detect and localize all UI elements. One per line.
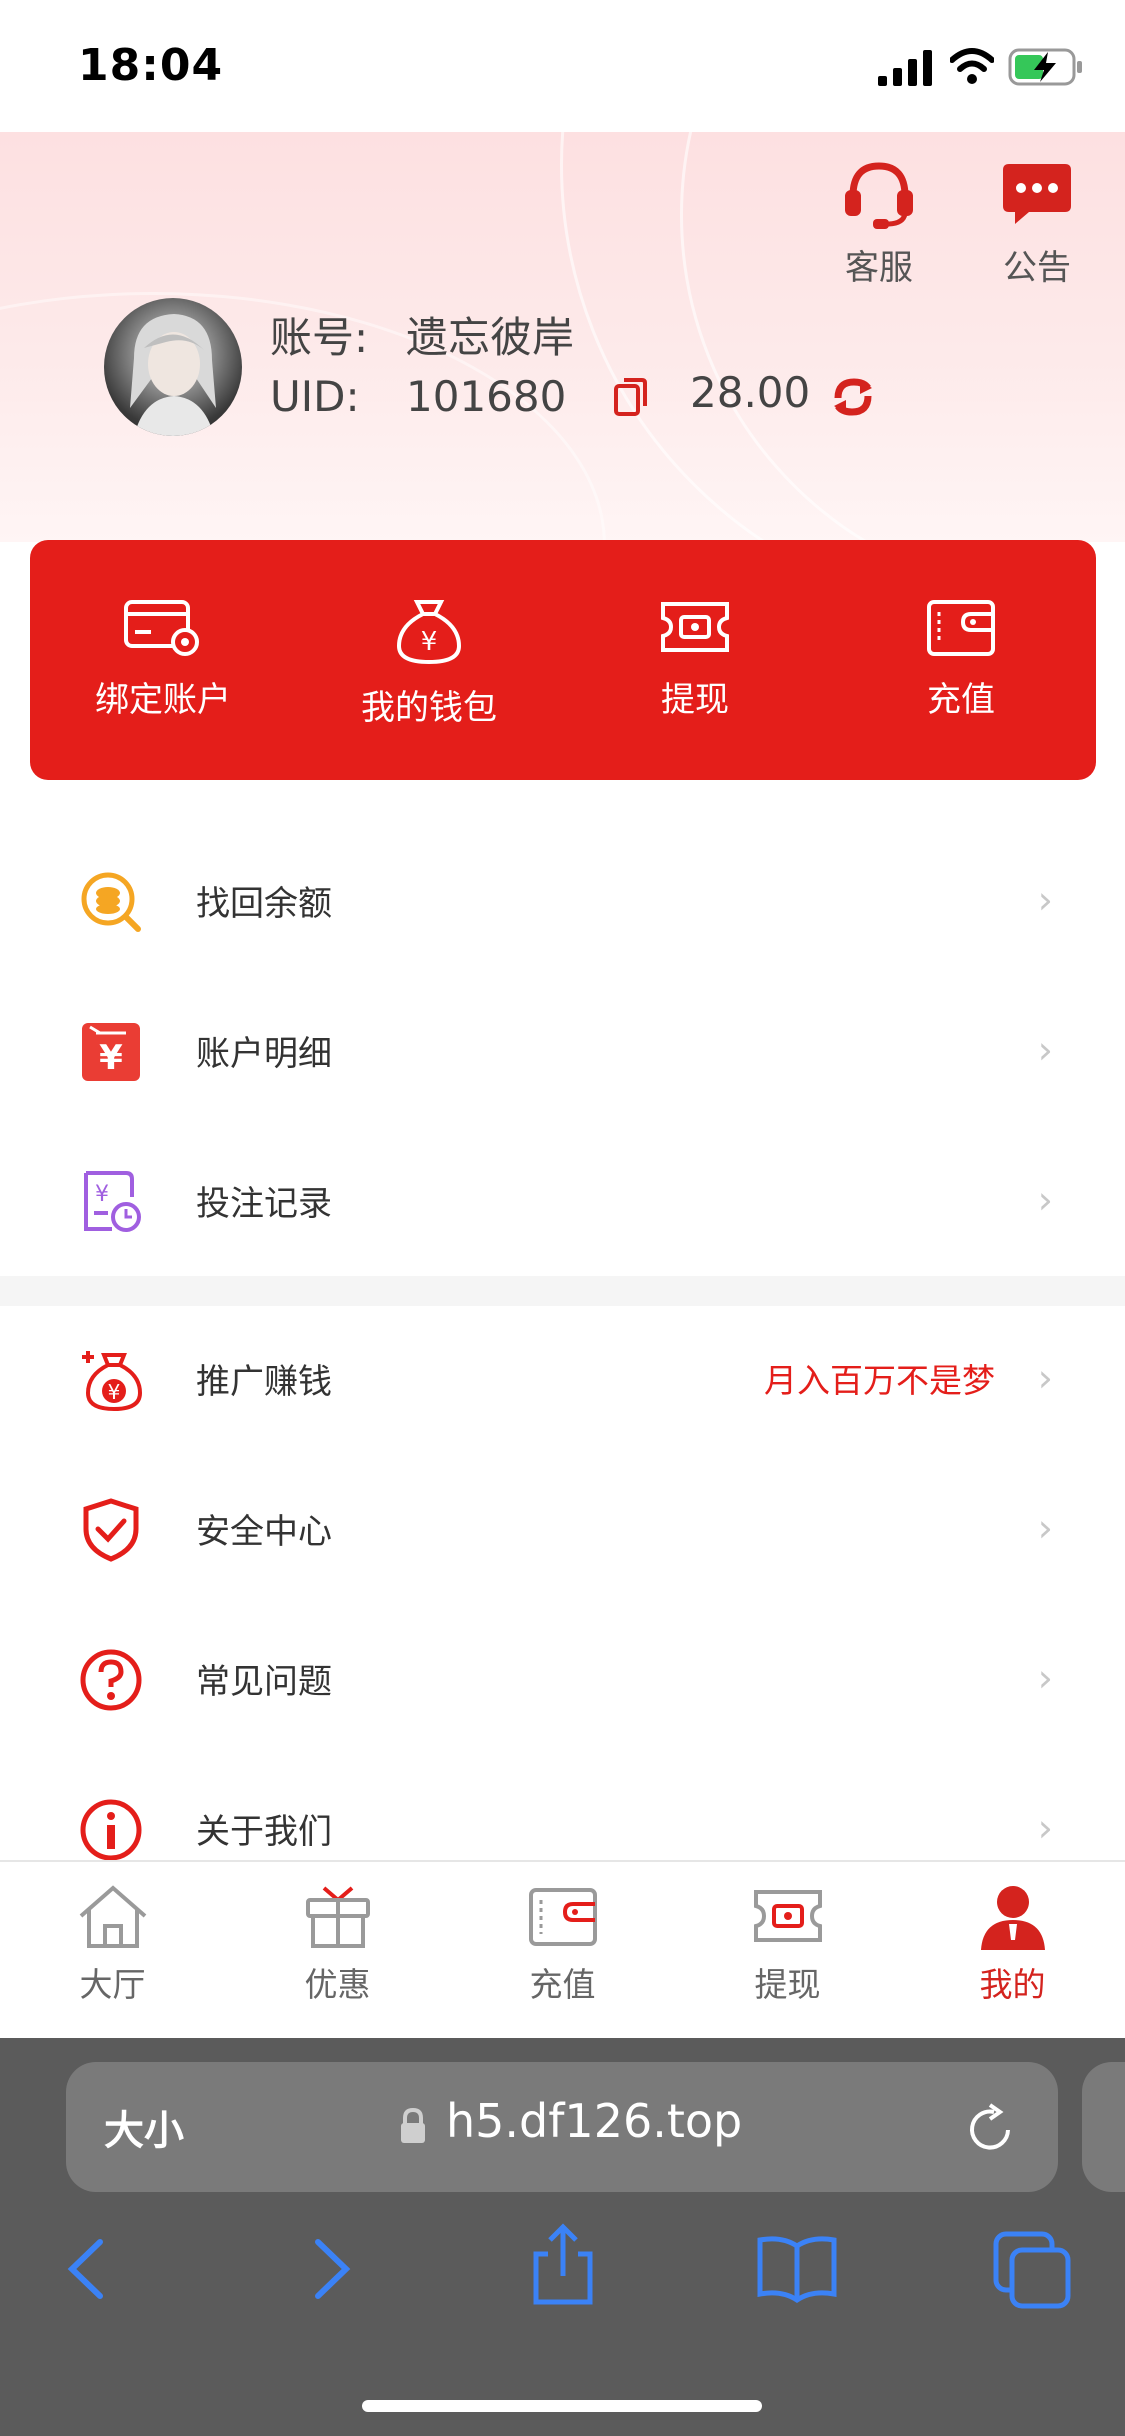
tab-label: 我的	[979, 1965, 1046, 2004]
copy-icon[interactable]	[612, 376, 648, 416]
reload-icon[interactable]	[964, 2102, 1018, 2156]
chevron-right-icon: ›	[1037, 1506, 1053, 1550]
wallet-icon	[528, 1888, 597, 1946]
shield-check-icon	[83, 1498, 139, 1562]
chevron-right-icon: ›	[1037, 1356, 1053, 1400]
headset-icon	[845, 162, 913, 229]
menu-item-label: 常见问题	[196, 1662, 332, 1702]
menu-item-promote-earn[interactable]: ¥ 推广赚钱 月入百万不是梦 ›	[0, 1302, 1125, 1452]
promo-text: 月入百万不是梦	[764, 1361, 995, 1400]
info-icon	[80, 1799, 142, 1861]
chevron-right-icon: ›	[1037, 1178, 1053, 1222]
recharge-button[interactable]: 充值	[828, 540, 1094, 780]
tab-label: 大厅	[79, 1965, 146, 2004]
tab-lobby[interactable]: 大厅	[0, 1860, 225, 2038]
cellular-signal-icon	[878, 50, 932, 86]
bookmarks-icon[interactable]	[752, 2224, 842, 2314]
customer-service-button[interactable]: 客服	[819, 158, 939, 289]
menu-item-label: 安全中心	[196, 1512, 332, 1552]
tabs-icon[interactable]	[988, 2224, 1078, 2314]
money-bag-icon: ¥	[396, 600, 462, 665]
chevron-right-icon: ›	[1037, 1028, 1053, 1072]
tab-recharge[interactable]: 充值	[450, 1860, 675, 2038]
tab-label: 充值	[529, 1965, 596, 2004]
menu-item-faq[interactable]: 常见问题 ›	[0, 1602, 1125, 1752]
svg-text:¥: ¥	[421, 627, 438, 657]
menu-item-security-center[interactable]: 安全中心 ›	[0, 1452, 1125, 1602]
share-icon[interactable]	[518, 2220, 608, 2310]
menu-item-recover-balance[interactable]: 找回余额 ›	[0, 824, 1125, 974]
menu-item-label: 账户明细	[196, 1034, 332, 1074]
menu-item-label: 找回余额	[196, 884, 332, 924]
ticket-cash-icon	[753, 1890, 822, 1942]
coin-search-icon	[81, 872, 141, 932]
tab-mine[interactable]: 我的	[900, 1860, 1125, 2038]
home-icon	[79, 1885, 146, 1948]
tab-promotions[interactable]: 优惠	[225, 1860, 450, 2038]
battery-charging-icon	[1008, 48, 1082, 86]
chevron-right-icon: ›	[1037, 878, 1053, 922]
card-settings-icon	[124, 600, 199, 656]
chat-bubble-icon	[1003, 164, 1071, 224]
user-icon	[980, 1886, 1045, 1950]
account-name: 遗忘彼岸	[406, 313, 575, 362]
avatar[interactable]	[104, 298, 242, 436]
uid-label: UID:	[270, 372, 360, 421]
bind-account-label: 绑定账户	[95, 680, 231, 720]
bet-record-icon: ¥	[84, 1171, 141, 1232]
withdraw-label: 提现	[661, 680, 729, 720]
menu-item-label: 关于我们	[196, 1812, 332, 1852]
wifi-icon	[950, 48, 994, 84]
next-tab-peek[interactable]	[1082, 2062, 1125, 2192]
bind-account-button[interactable]: 绑定账户	[30, 540, 296, 780]
tab-label: 提现	[754, 1965, 821, 2004]
url-text: h5.df126.top	[446, 2094, 743, 2148]
status-time: 18:04	[78, 40, 224, 91]
uid-value: 101680	[406, 372, 567, 421]
menu-item-label: 推广赚钱	[196, 1362, 332, 1402]
svg-text:¥: ¥	[99, 1038, 123, 1078]
withdraw-button[interactable]: 提现	[562, 540, 828, 780]
ticket-cash-icon	[661, 602, 729, 652]
question-icon	[80, 1649, 142, 1711]
menu-item-bet-records[interactable]: ¥ 投注记录 ›	[0, 1124, 1125, 1274]
refresh-icon[interactable]	[830, 376, 876, 418]
svg-text:¥: ¥	[108, 1380, 121, 1404]
home-indicator	[362, 2400, 762, 2412]
ledger-icon: ¥	[82, 1023, 140, 1081]
back-icon[interactable]	[44, 2224, 134, 2314]
customer-service-label: 客服	[845, 248, 913, 288]
lock-icon	[401, 2107, 425, 2143]
avatar-portrait	[130, 314, 216, 436]
tab-withdraw[interactable]: 提现	[675, 1860, 900, 2038]
balance-value: 28.00	[690, 368, 811, 417]
wallet-icon	[927, 600, 995, 656]
notice-button[interactable]: 公告	[977, 158, 1097, 289]
forward-icon[interactable]	[284, 2224, 374, 2314]
menu-item-label: 投注记录	[196, 1184, 332, 1224]
chevron-right-icon: ›	[1037, 1806, 1053, 1850]
gift-icon	[305, 1886, 370, 1948]
notice-label: 公告	[1003, 248, 1071, 288]
my-wallet-button[interactable]: ¥ 我的钱包	[296, 540, 562, 780]
chevron-right-icon: ›	[1037, 1656, 1053, 1700]
account-label: 账号:	[270, 313, 369, 362]
tab-label: 优惠	[304, 1965, 371, 2004]
text-size-button[interactable]: 大小	[104, 2098, 184, 2156]
money-bag-plus-icon: ¥	[82, 1351, 143, 1412]
menu-item-account-details[interactable]: ¥ 账户明细 ›	[0, 974, 1125, 1124]
svg-text:¥: ¥	[95, 1182, 109, 1207]
my-wallet-label: 我的钱包	[361, 688, 497, 728]
recharge-label: 充值	[927, 680, 995, 720]
